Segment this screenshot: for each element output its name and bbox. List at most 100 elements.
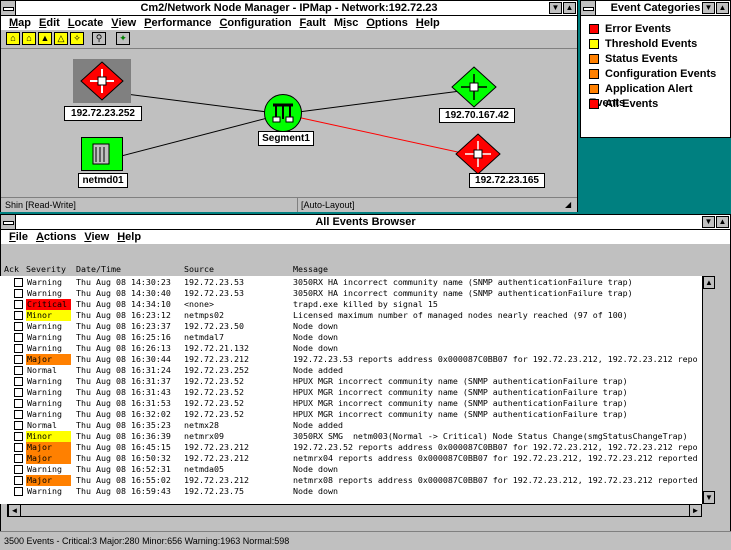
- scroll-right-button[interactable]: ►: [689, 504, 702, 517]
- menu-performance[interactable]: Performance: [144, 17, 211, 29]
- ack-checkbox[interactable]: [14, 399, 23, 408]
- event-row[interactable]: Minor Thu Aug 08 16:36:39 netmrx09 3050RX S…: [0, 431, 700, 442]
- event-row[interactable]: Warning Thu Aug 08 16:31:43 192.72.23.52 HP…: [0, 387, 700, 398]
- home-icon[interactable]: ⌂: [6, 32, 20, 45]
- ack-checkbox[interactable]: [14, 311, 23, 320]
- ack-checkbox[interactable]: [14, 388, 23, 397]
- node-workstation-netmd01[interactable]: [81, 137, 123, 171]
- event-row[interactable]: Warning Thu Aug 08 16:31:37 192.72.23.52 HP…: [0, 376, 700, 387]
- event-row[interactable]: Warning Thu Aug 08 16:25:16 netmdal7 Node d…: [0, 332, 700, 343]
- scroll-down-button[interactable]: ▼: [703, 491, 715, 504]
- event-row[interactable]: Critical Thu Aug 08 14:34:10 <none> trapd.e…: [0, 299, 700, 310]
- ack-checkbox[interactable]: [14, 278, 23, 287]
- map-system-menu-button[interactable]: [1, 1, 16, 15]
- category-all-events[interactable]: All Events: [589, 97, 658, 111]
- ack-checkbox[interactable]: [14, 465, 23, 474]
- ack-checkbox[interactable]: [14, 410, 23, 419]
- browser-minimize-button[interactable]: ▼: [702, 216, 715, 228]
- event-categories-minimize-button[interactable]: ▼: [702, 2, 715, 14]
- menu-options[interactable]: Options: [366, 17, 408, 29]
- col-datetime[interactable]: Date/Time: [76, 264, 121, 274]
- menu-view[interactable]: View: [111, 17, 136, 29]
- category-threshold-events[interactable]: Threshold Events: [589, 37, 697, 51]
- search-icon[interactable]: ⚲: [92, 32, 106, 45]
- node-segment1[interactable]: [264, 94, 302, 132]
- event-row[interactable]: Warning Thu Aug 08 14:30:23 192.72.23.53 30…: [0, 277, 700, 288]
- col-severity[interactable]: Severity: [26, 264, 66, 274]
- scroll-up-button[interactable]: ▲: [703, 276, 715, 289]
- event-row[interactable]: Warning Thu Aug 08 14:30:40 192.72.23.53 30…: [0, 288, 700, 299]
- menu-edit[interactable]: Edit: [39, 17, 60, 29]
- up-arrow-icon[interactable]: △: [54, 32, 68, 45]
- node-router-165[interactable]: [454, 132, 502, 176]
- event-row[interactable]: Major Thu Aug 08 16:55:02 192.72.23.212 net…: [0, 475, 700, 486]
- menu-locate[interactable]: Locate: [68, 17, 103, 29]
- ack-checkbox[interactable]: [14, 421, 23, 430]
- col-ack[interactable]: Ack: [4, 264, 19, 274]
- ack-checkbox[interactable]: [14, 432, 23, 441]
- parent-map-icon[interactable]: ▲: [38, 32, 52, 45]
- browser-menu-help[interactable]: Help: [117, 231, 141, 243]
- browser-titlebar[interactable]: All Events Browser ▼ ▲: [1, 215, 730, 230]
- ack-checkbox[interactable]: [14, 487, 23, 496]
- resize-grip[interactable]: ◢: [565, 199, 575, 209]
- minimize-button[interactable]: ▼: [549, 2, 562, 14]
- event-row[interactable]: Warning Thu Aug 08 16:26:13 192.72.21.132 N…: [0, 343, 700, 354]
- browser-menu-file[interactable]: File: [9, 231, 28, 243]
- event-row[interactable]: Major Thu Aug 08 16:45:15 192.72.23.212 192…: [0, 442, 700, 453]
- menu-fault[interactable]: Fault: [300, 17, 326, 29]
- event-row[interactable]: Warning Thu Aug 08 16:32:02 192.72.23.52 HP…: [0, 409, 700, 420]
- ack-checkbox[interactable]: [14, 476, 23, 485]
- horizontal-scrollbar[interactable]: ◄ ►: [7, 504, 702, 517]
- col-source[interactable]: Source: [184, 264, 214, 274]
- menu-misc[interactable]: Misc: [334, 17, 358, 29]
- maximize-button[interactable]: ▲: [563, 2, 576, 14]
- root-map-icon[interactable]: ⌂: [22, 32, 36, 45]
- menu-help[interactable]: Help: [416, 17, 440, 29]
- category-status-events[interactable]: Status Events: [589, 52, 678, 66]
- ack-checkbox[interactable]: [14, 366, 23, 375]
- event-categories-titlebar[interactable]: Event Categories ▼ ▲: [581, 1, 730, 16]
- source-cell: 192.72.23.75: [184, 486, 244, 496]
- snmp-icon[interactable]: ✦: [116, 32, 130, 45]
- category-configuration-events[interactable]: Configuration Events: [589, 67, 716, 81]
- browser-menu-actions[interactable]: Actions: [36, 231, 76, 243]
- browser-system-menu-button[interactable]: [1, 215, 16, 229]
- event-row[interactable]: Warning Thu Aug 08 16:52:31 netmda05 Node d…: [0, 464, 700, 475]
- col-message[interactable]: Message: [293, 264, 328, 274]
- event-categories-system-menu[interactable]: [581, 1, 596, 15]
- event-row[interactable]: Normal Thu Aug 08 16:35:23 netmx28 Node add…: [0, 420, 700, 431]
- ack-checkbox[interactable]: [14, 454, 23, 463]
- category-application-alert-events[interactable]: Application Alert Events: [589, 82, 730, 109]
- event-row[interactable]: Warning Thu Aug 08 16:23:37 192.72.23.50 No…: [0, 321, 700, 332]
- message-cell: Node added: [293, 420, 343, 430]
- category-error-events[interactable]: Error Events: [589, 22, 671, 36]
- ack-checkbox[interactable]: [14, 355, 23, 364]
- network-icon[interactable]: ✧: [70, 32, 84, 45]
- ack-checkbox[interactable]: [14, 333, 23, 342]
- browser-maximize-button[interactable]: ▲: [716, 216, 729, 228]
- ack-checkbox[interactable]: [14, 377, 23, 386]
- menu-map[interactable]: Map: [9, 17, 31, 29]
- vertical-scrollbar[interactable]: ▲ ▼: [702, 276, 715, 504]
- event-row[interactable]: Major Thu Aug 08 16:50:32 192.72.23.212 net…: [0, 453, 700, 464]
- map-window: Cm2/Network Node Manager - IPMap - Netwo…: [0, 0, 578, 212]
- event-row[interactable]: Warning Thu Aug 08 16:31:53 192.72.23.52 HP…: [0, 398, 700, 409]
- event-row[interactable]: Warning Thu Aug 08 16:59:43 192.72.23.75 No…: [0, 486, 700, 497]
- ack-checkbox[interactable]: [14, 443, 23, 452]
- browser-menu-view[interactable]: View: [84, 231, 109, 243]
- map-window-titlebar[interactable]: Cm2/Network Node Manager - IPMap - Netwo…: [1, 1, 577, 16]
- ack-checkbox[interactable]: [14, 322, 23, 331]
- scroll-left-button[interactable]: ◄: [8, 504, 21, 517]
- node-router-252[interactable]: [73, 59, 131, 103]
- node-router-42[interactable]: [450, 65, 498, 109]
- event-row[interactable]: Normal Thu Aug 08 16:31:24 192.72.23.252 No…: [0, 365, 700, 376]
- map-canvas[interactable]: 192.72.23.252 netmd01 Segment1 192.70.16…: [1, 48, 577, 197]
- ack-checkbox[interactable]: [14, 289, 23, 298]
- ack-checkbox[interactable]: [14, 300, 23, 309]
- event-row[interactable]: Major Thu Aug 08 16:30:44 192.72.23.212 192…: [0, 354, 700, 365]
- event-row[interactable]: Minor Thu Aug 08 16:23:12 netmps02 Licensed…: [0, 310, 700, 321]
- event-categories-maximize-button[interactable]: ▲: [716, 2, 729, 14]
- ack-checkbox[interactable]: [14, 344, 23, 353]
- menu-configuration[interactable]: Configuration: [219, 17, 291, 29]
